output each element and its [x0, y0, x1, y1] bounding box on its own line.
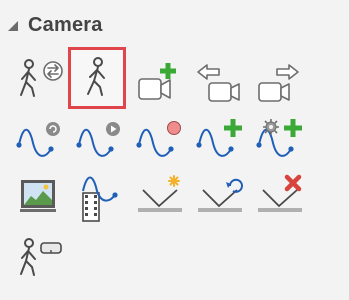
screenshot-button[interactable] [13, 170, 67, 224]
walk-through-button[interactable] [13, 53, 67, 107]
refresh-light-button[interactable] [193, 170, 247, 224]
path-add-button[interactable] [193, 113, 247, 167]
add-camera-button[interactable] [131, 55, 185, 109]
path-video-icon [82, 176, 118, 222]
delete-light-button[interactable] [253, 170, 307, 224]
path-video-button[interactable] [73, 170, 127, 224]
panel-header[interactable]: Camera [8, 10, 103, 40]
path-record-icon [136, 121, 181, 157]
previous-camera-button[interactable] [191, 55, 245, 109]
path-record-button[interactable] [133, 113, 187, 167]
path-play-icon [76, 122, 120, 157]
path-add-icon [196, 119, 242, 157]
vr-walk-button[interactable] [13, 232, 67, 286]
path-add-settings-button[interactable] [253, 113, 307, 167]
screenshot-icon [20, 180, 56, 212]
vr-walk-icon [20, 238, 62, 276]
previous-camera-icon [197, 64, 240, 102]
walk-through-icon [20, 59, 63, 97]
collapse-triangle-icon[interactable] [8, 21, 18, 31]
refresh-light-icon [198, 178, 243, 212]
next-camera-icon [258, 64, 299, 102]
sun-light-icon [138, 175, 182, 212]
path-play-button[interactable] [73, 113, 127, 167]
walk-button[interactable] [68, 47, 126, 109]
path-add-settings-icon [256, 119, 302, 157]
add-camera-icon [138, 63, 176, 100]
camera-panel: Camera [0, 0, 350, 300]
sun-light-button[interactable] [133, 170, 187, 224]
walk-icon [87, 57, 105, 96]
next-camera-button[interactable] [251, 55, 305, 109]
panel-title: Camera [28, 13, 103, 36]
delete-light-icon [258, 174, 302, 212]
path-settings-button[interactable] [13, 113, 67, 167]
path-settings-icon [16, 122, 60, 157]
